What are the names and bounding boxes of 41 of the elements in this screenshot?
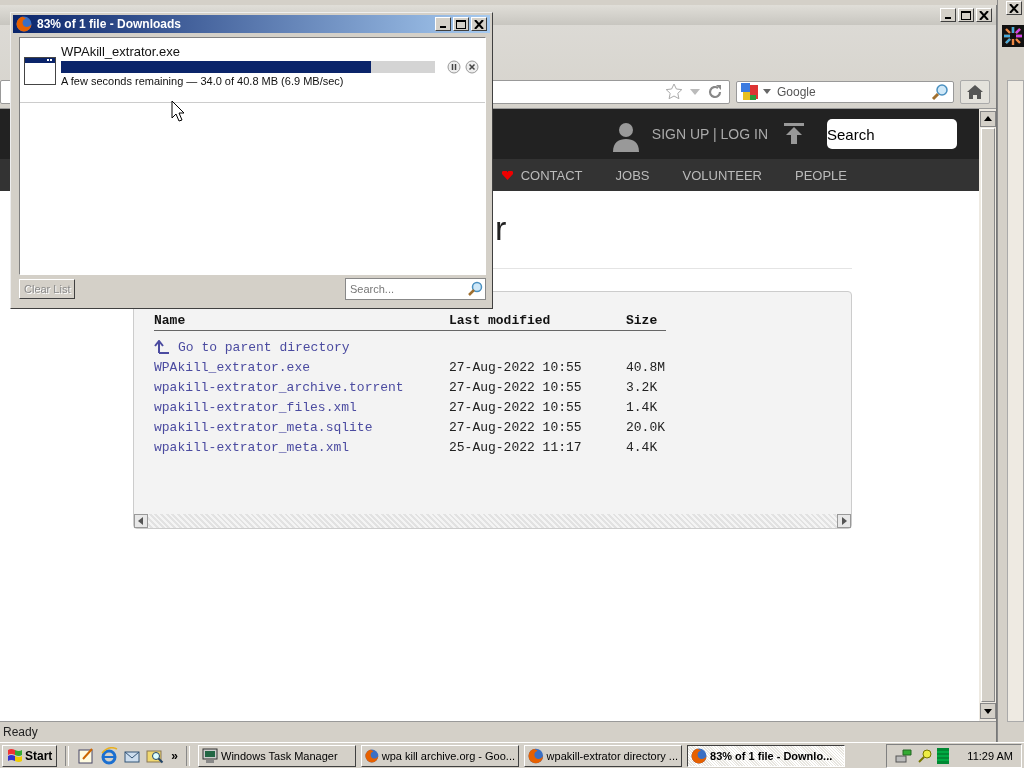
site-search-box[interactable]: Search [827, 119, 957, 149]
taskbar-button[interactable]: 83% of 1 file - Downlo... [687, 744, 846, 767]
column-header: Size [626, 312, 658, 328]
file-link[interactable]: wpakill-extrator_meta.xml [154, 439, 449, 455]
size-cell: 3.2K [626, 379, 658, 395]
size-cell: 4.4K [626, 439, 658, 455]
site-search-field[interactable]: Search [827, 125, 947, 143]
more-chevron[interactable]: » [171, 748, 179, 763]
size-cell: 40.8M [626, 359, 665, 375]
page-heading: r [495, 209, 507, 247]
window-title: 83% of 1 file - Downloads [37, 17, 183, 31]
nav-link[interactable]: VOLUNTEER [682, 167, 762, 183]
modified-cell-text: 27-Aug-2022 10:55 [449, 419, 583, 435]
size-cell: 1.4K [626, 399, 658, 415]
file-link[interactable]: wpakill-extrator_meta.sqlite [154, 419, 449, 435]
sign-up-login-link[interactable]: SIGN UP | LOG IN [651, 126, 768, 142]
download-status: A few seconds remaining — 34.0 of 40.8 MB (6.9 MB/sec) [61, 75, 345, 87]
column-header: Name [154, 312, 187, 328]
file-link[interactable]: WPAkill_extrator.exe [154, 359, 449, 375]
file-name: WPAkill_extrator.exe [61, 44, 181, 59]
modified-cell-text: 27-Aug-2022 10:55 [449, 399, 583, 415]
status-text: Ready [3, 725, 38, 739]
taskbar-button[interactable]: wpakill-extrator directory ... [524, 744, 683, 767]
taskbar-button[interactable]: Windows Task Manager [198, 744, 357, 767]
column-header: Last modified [449, 312, 552, 328]
start-button[interactable]: Start [2, 744, 58, 767]
parent-directory-link[interactable]: Go to parent directory [178, 339, 350, 355]
search-bar[interactable]: Google [736, 81, 954, 103]
nav-link[interactable]: PEOPLE [794, 167, 847, 183]
search-bar[interactable]: Search... [345, 277, 486, 300]
taskbar-button[interactable]: wpa kill archive.org - Goo... [361, 744, 520, 767]
modified-cell-text: 25-Aug-2022 11:17 [449, 439, 583, 455]
modified-cell-text: 27-Aug-2022 10:55 [449, 379, 583, 395]
file-link[interactable]: wpakill-extrator_files.xml [154, 399, 449, 415]
size-cell: 20.0K [626, 419, 665, 435]
file-link[interactable]: wpakill-extrator_archive.torrent [154, 379, 449, 395]
nav-link[interactable]: JOBS [615, 167, 650, 183]
modified-cell-text: 27-Aug-2022 10:55 [449, 359, 583, 375]
clock: 11:29 AM [967, 749, 1013, 762]
search-field[interactable]: Google [775, 84, 927, 100]
nav-link[interactable]: CONTACT [520, 167, 583, 183]
